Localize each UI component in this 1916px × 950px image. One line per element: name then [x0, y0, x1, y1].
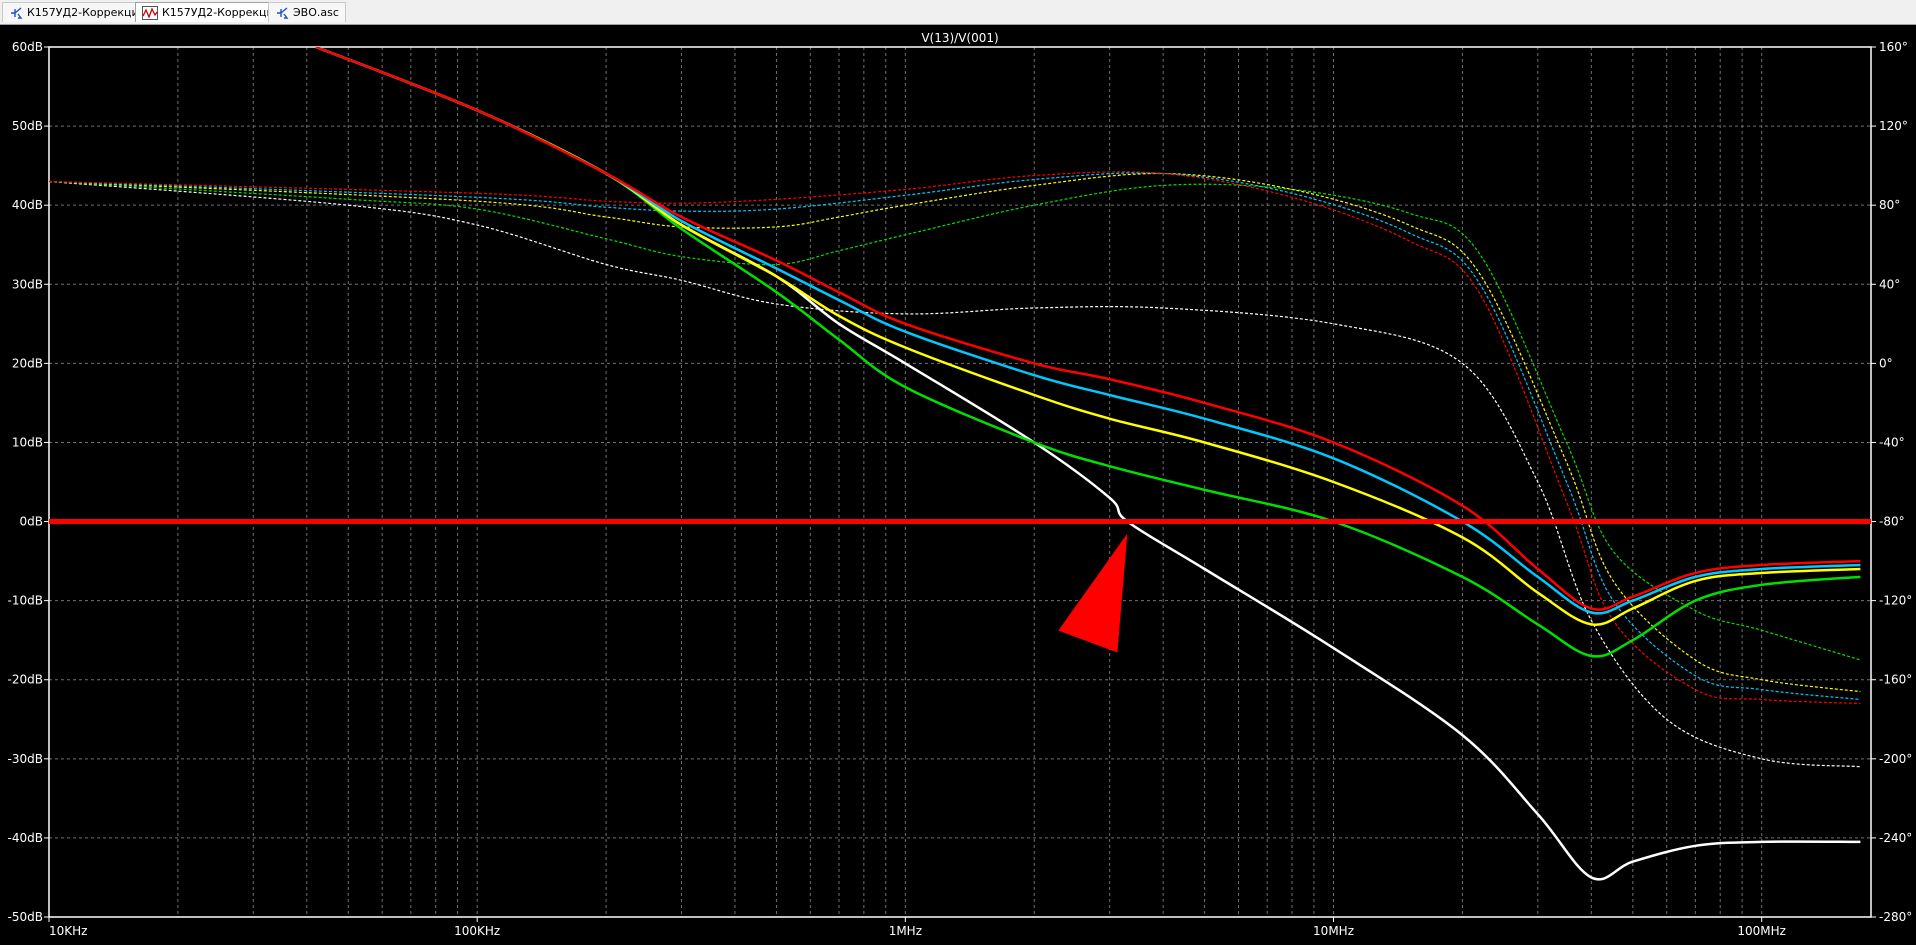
y-tick-label-phase: -160°: [1879, 673, 1912, 687]
y-tick-label-phase: -200°: [1879, 752, 1912, 766]
x-tick-label: 10MHz: [1313, 924, 1354, 938]
magnitude-trace: [315, 47, 1861, 881]
phase-trace: [49, 180, 1861, 768]
phase-trace: [49, 172, 1861, 701]
y-tick-label-magnitude: -20dB: [8, 673, 43, 687]
y-tick-label-phase: 40°: [1879, 277, 1900, 291]
y-tick-label-phase: 160°: [1879, 40, 1908, 54]
y-tick-label-phase: 0°: [1879, 356, 1893, 370]
y-tick-label-phase: 120°: [1879, 119, 1908, 133]
y-tick-label-magnitude: -40dB: [8, 831, 43, 845]
y-tick-label-phase: -40°: [1879, 435, 1905, 449]
y-tick-label-magnitude: 20dB: [12, 356, 43, 370]
y-tick-label-phase: -120°: [1879, 594, 1912, 608]
x-tick-label: 1MHz: [889, 924, 922, 938]
schematic-icon: [277, 6, 289, 19]
y-tick-label-magnitude: -30dB: [8, 752, 43, 766]
magnitude-trace: [315, 47, 1861, 611]
y-tick-label-phase: 80°: [1879, 198, 1900, 212]
phase-trace: [49, 172, 1861, 693]
plot-frame: [48, 46, 1872, 918]
x-tick-label: 100KHz: [454, 924, 500, 938]
phase-traces: [49, 171, 1861, 768]
y-tick-label-magnitude: -10dB: [8, 594, 43, 608]
chart-title: V(13)/V(001): [921, 31, 998, 45]
schematic-icon: [11, 6, 23, 19]
magnitude-traces: [315, 47, 1861, 881]
magnitude-trace: [315, 47, 1861, 658]
waveform-icon: [142, 5, 158, 20]
y-tick-label-phase: -80°: [1879, 515, 1905, 529]
tab-schematic-evo[interactable]: ЭВО.asc: [268, 2, 346, 22]
y-tick-label-magnitude: 50dB: [12, 119, 43, 133]
magnitude-trace: [315, 47, 1861, 615]
tab-bar: К157УД2-Коррекция.asc К157УД2-Коррекция.…: [0, 0, 1916, 25]
y-tick-label-phase: -280°: [1879, 910, 1912, 924]
y-tick-label-magnitude: -50dB: [8, 910, 43, 924]
y-tick-label-magnitude: 0dB: [20, 515, 43, 529]
x-tick-label: 100MHz: [1737, 924, 1786, 938]
grid: [49, 47, 1871, 917]
y-tick-label-magnitude: 10dB: [12, 435, 43, 449]
x-axis: 10KHz 100KHz 1MHz 10MHz 100MHz: [48, 917, 1786, 938]
magnitude-trace: [315, 47, 1861, 627]
y-tick-label-phase: -240°: [1879, 831, 1912, 845]
y-axis-magnitude: 60dB 50dB 40dB 30dB 20dB 10dB 0dB -10dB -20dB -30…: [8, 40, 49, 924]
phase-trace: [49, 180, 1861, 661]
tab-label: ЭВО.asc: [293, 6, 339, 19]
plot-area[interactable]: V(13)/V(001) 10KHz 100KHz 1MHz 10MHz 100MHz …: [0, 25, 1916, 945]
y-tick-label-magnitude: 30dB: [12, 277, 43, 291]
annotation-arrow: [1058, 533, 1128, 653]
y-tick-label-magnitude: 40dB: [12, 198, 43, 212]
bode-plot[interactable]: V(13)/V(001) 10KHz 100KHz 1MHz 10MHz 100MHz …: [0, 25, 1916, 945]
y-tick-label-magnitude: 60dB: [12, 40, 43, 54]
y-axis-phase: 160° 120° 80° 40° 0° -40° -80° -120° -160° -200° -…: [1871, 40, 1912, 924]
x-tick-label: 10KHz: [49, 924, 87, 938]
